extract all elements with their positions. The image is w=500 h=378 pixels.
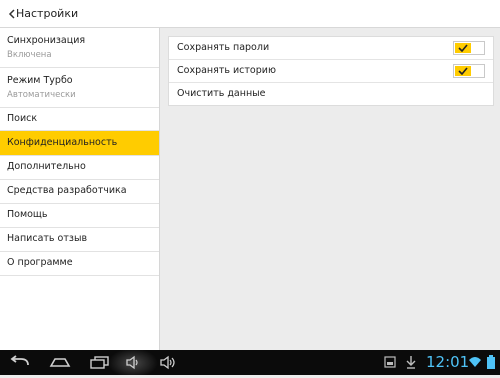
sidebar-item-label: Помощь	[7, 209, 48, 220]
sidebar-item-sublabel: Автоматически	[7, 90, 76, 100]
privacy-panel: Сохранять пароли Сохранять историю Очист…	[168, 36, 494, 106]
sidebar-item-turbo[interactable]: Режим Турбо Автоматически	[0, 68, 159, 108]
sidebar-item-advanced[interactable]: Дополнительно	[0, 156, 159, 180]
sidebar-item-feedback[interactable]: Написать отзыв	[0, 228, 159, 252]
clear-data-label: Очистить данные	[177, 88, 266, 99]
page-title: Настройки	[16, 7, 79, 20]
sidebar-item-help[interactable]: Помощь	[0, 204, 159, 228]
screenshot-icon	[384, 356, 396, 368]
app-header: Настройки	[0, 0, 500, 28]
sidebar-item-privacy[interactable]: Конфиденциальность	[0, 131, 159, 156]
save-passwords-checkbox[interactable]	[453, 41, 485, 55]
sidebar-item-search[interactable]: Поиск	[0, 108, 159, 131]
save-history-row[interactable]: Сохранять историю	[169, 60, 493, 83]
nav-recent-apps-icon[interactable]	[88, 354, 112, 371]
volume-down-icon[interactable]	[124, 354, 142, 371]
save-passwords-row[interactable]: Сохранять пароли	[169, 37, 493, 60]
sidebar-item-label: Поиск	[7, 113, 38, 124]
checkmark-icon	[458, 67, 468, 75]
save-history-checkbox[interactable]	[453, 64, 485, 78]
settings-sidebar: Синхронизация Включена Режим Турбо Автом…	[0, 28, 160, 350]
status-clock: 12:01	[426, 353, 470, 371]
system-navigation-bar: 12:01	[0, 348, 500, 378]
wifi-icon	[469, 357, 481, 367]
sidebar-item-developer-tools[interactable]: Средства разработчика	[0, 180, 159, 204]
sidebar-item-label: Средства разработчика	[7, 185, 127, 196]
nav-back-icon[interactable]	[8, 354, 32, 371]
nav-home-icon[interactable]	[48, 354, 72, 371]
download-icon	[406, 356, 416, 369]
sidebar-item-sync[interactable]: Синхронизация Включена	[0, 28, 159, 68]
save-history-label: Сохранять историю	[177, 65, 276, 76]
clear-data-row[interactable]: Очистить данные	[169, 83, 493, 106]
settings-content: Сохранять пароли Сохранять историю Очист…	[160, 28, 500, 350]
sidebar-item-about[interactable]: О программе	[0, 252, 159, 276]
checkmark-icon	[458, 44, 468, 52]
sidebar-item-label: Синхронизация	[7, 35, 86, 46]
sidebar-item-label: Конфиденциальность	[7, 137, 118, 148]
sidebar-item-sublabel: Включена	[7, 50, 52, 60]
checkbox-fill	[455, 66, 471, 76]
checkbox-fill	[455, 43, 471, 53]
sidebar-item-label: Дополнительно	[7, 161, 86, 172]
battery-icon	[487, 355, 495, 369]
sidebar-item-label: О программе	[7, 257, 73, 268]
volume-up-icon[interactable]	[158, 354, 178, 371]
sidebar-item-label: Режим Турбо	[7, 75, 73, 86]
sidebar-item-label: Написать отзыв	[7, 233, 88, 244]
save-passwords-label: Сохранять пароли	[177, 42, 270, 53]
